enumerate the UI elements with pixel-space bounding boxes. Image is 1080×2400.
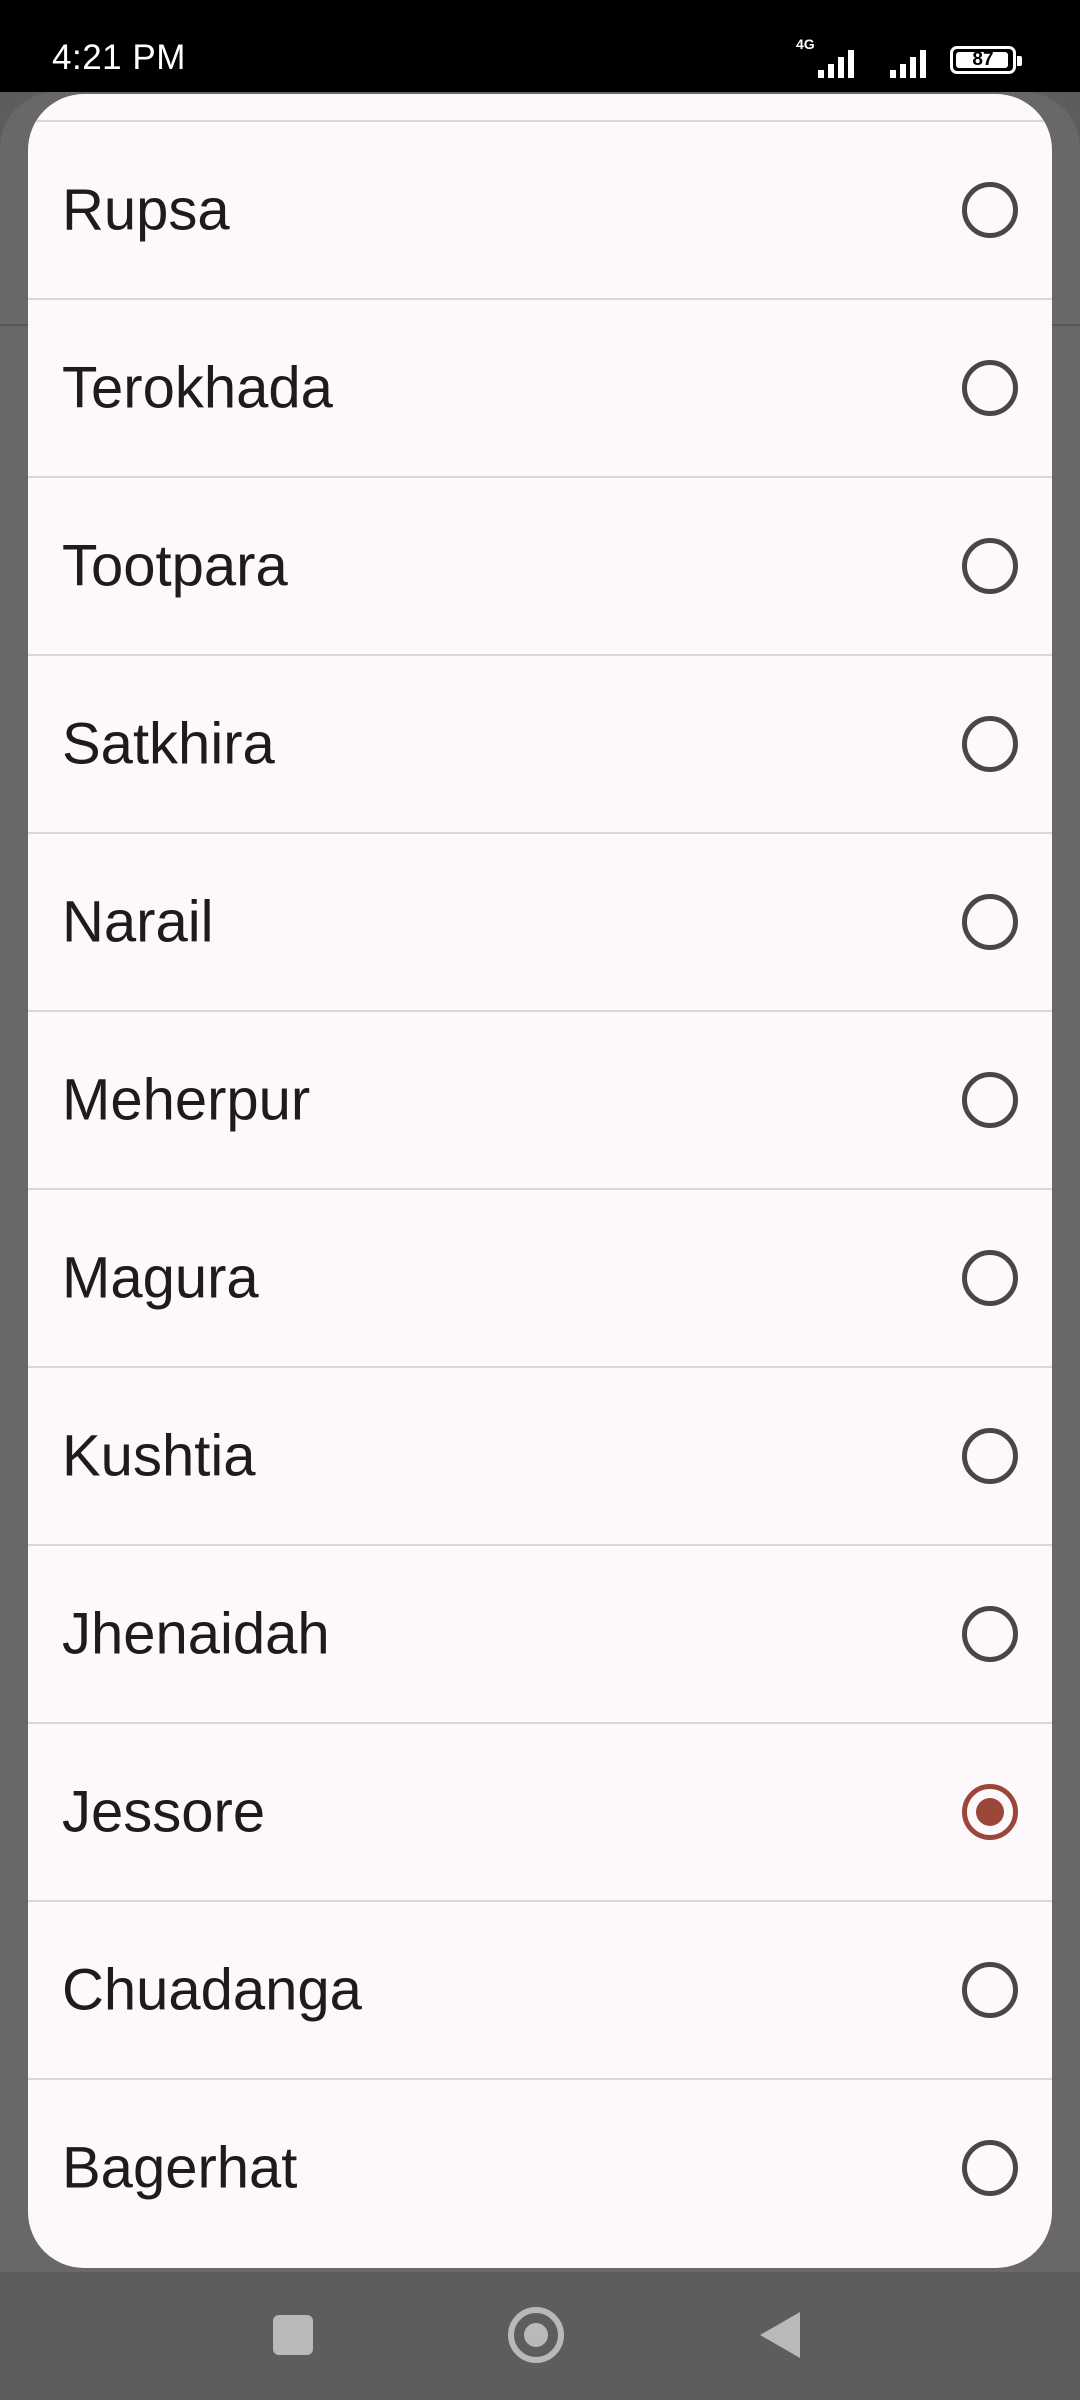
back-icon[interactable] [760,2312,800,2358]
status-time: 4:21 PM [52,38,186,77]
option-label: Narail [62,889,214,955]
option-label: Tootpara [62,533,288,599]
option-item[interactable]: Rupsa [28,120,1052,298]
radio-button-selected[interactable] [962,1784,1018,1840]
option-label: Satkhira [62,711,275,777]
option-label: Rupsa [62,177,230,243]
radio-button[interactable] [962,182,1018,238]
option-label: Jessore [62,1779,266,1845]
radio-button[interactable] [962,716,1018,772]
option-label: Kushtia [62,1423,256,1489]
option-item[interactable]: Bagerhat [28,2078,1052,2256]
option-item[interactable]: Satkhira [28,654,1052,832]
radio-button[interactable] [962,1072,1018,1128]
recents-icon[interactable] [273,2315,313,2355]
radio-button[interactable] [962,1428,1018,1484]
option-item[interactable]: Kushtia [28,1366,1052,1544]
battery-icon: 87 [950,46,1022,74]
option-item[interactable]: Narail [28,832,1052,1010]
home-icon[interactable] [508,2307,564,2363]
status-bar: 4:21 PM 4G 87 [0,0,1080,92]
option-item[interactable]: Chuadanga [28,1900,1052,2078]
radio-button[interactable] [962,1962,1018,2018]
option-item[interactable]: Terokhada [28,298,1052,476]
navigation-bar [0,2272,1080,2400]
option-label: Terokhada [62,355,333,421]
radio-button[interactable] [962,360,1018,416]
option-item[interactable]: Meherpur [28,1010,1052,1188]
option-label: Chuadanga [62,1957,362,2023]
radio-button[interactable] [962,1250,1018,1306]
radio-button[interactable] [962,894,1018,950]
option-item[interactable]: Magura [28,1188,1052,1366]
option-label: Bagerhat [62,2135,298,2201]
signal-icon [876,42,936,78]
radio-button[interactable] [962,1606,1018,1662]
signal-4g-icon: 4G [796,36,862,78]
radio-dot [976,1798,1004,1826]
selection-dialog: Rupsa Terokhada Tootpara Satkhira Narail… [28,94,1052,2268]
radio-button[interactable] [962,2140,1018,2196]
option-item[interactable]: Jessore [28,1722,1052,1900]
option-item[interactable]: Jhenaidah [28,1544,1052,1722]
option-item[interactable]: Tootpara [28,476,1052,654]
radio-button[interactable] [962,538,1018,594]
option-label: Magura [62,1245,259,1311]
status-icons: 4G 87 [796,36,1022,78]
option-label: Meherpur [62,1067,311,1133]
option-list: Rupsa Terokhada Tootpara Satkhira Narail… [28,120,1052,2256]
battery-level: 87 [972,49,994,70]
option-label: Jhenaidah [62,1601,330,1667]
